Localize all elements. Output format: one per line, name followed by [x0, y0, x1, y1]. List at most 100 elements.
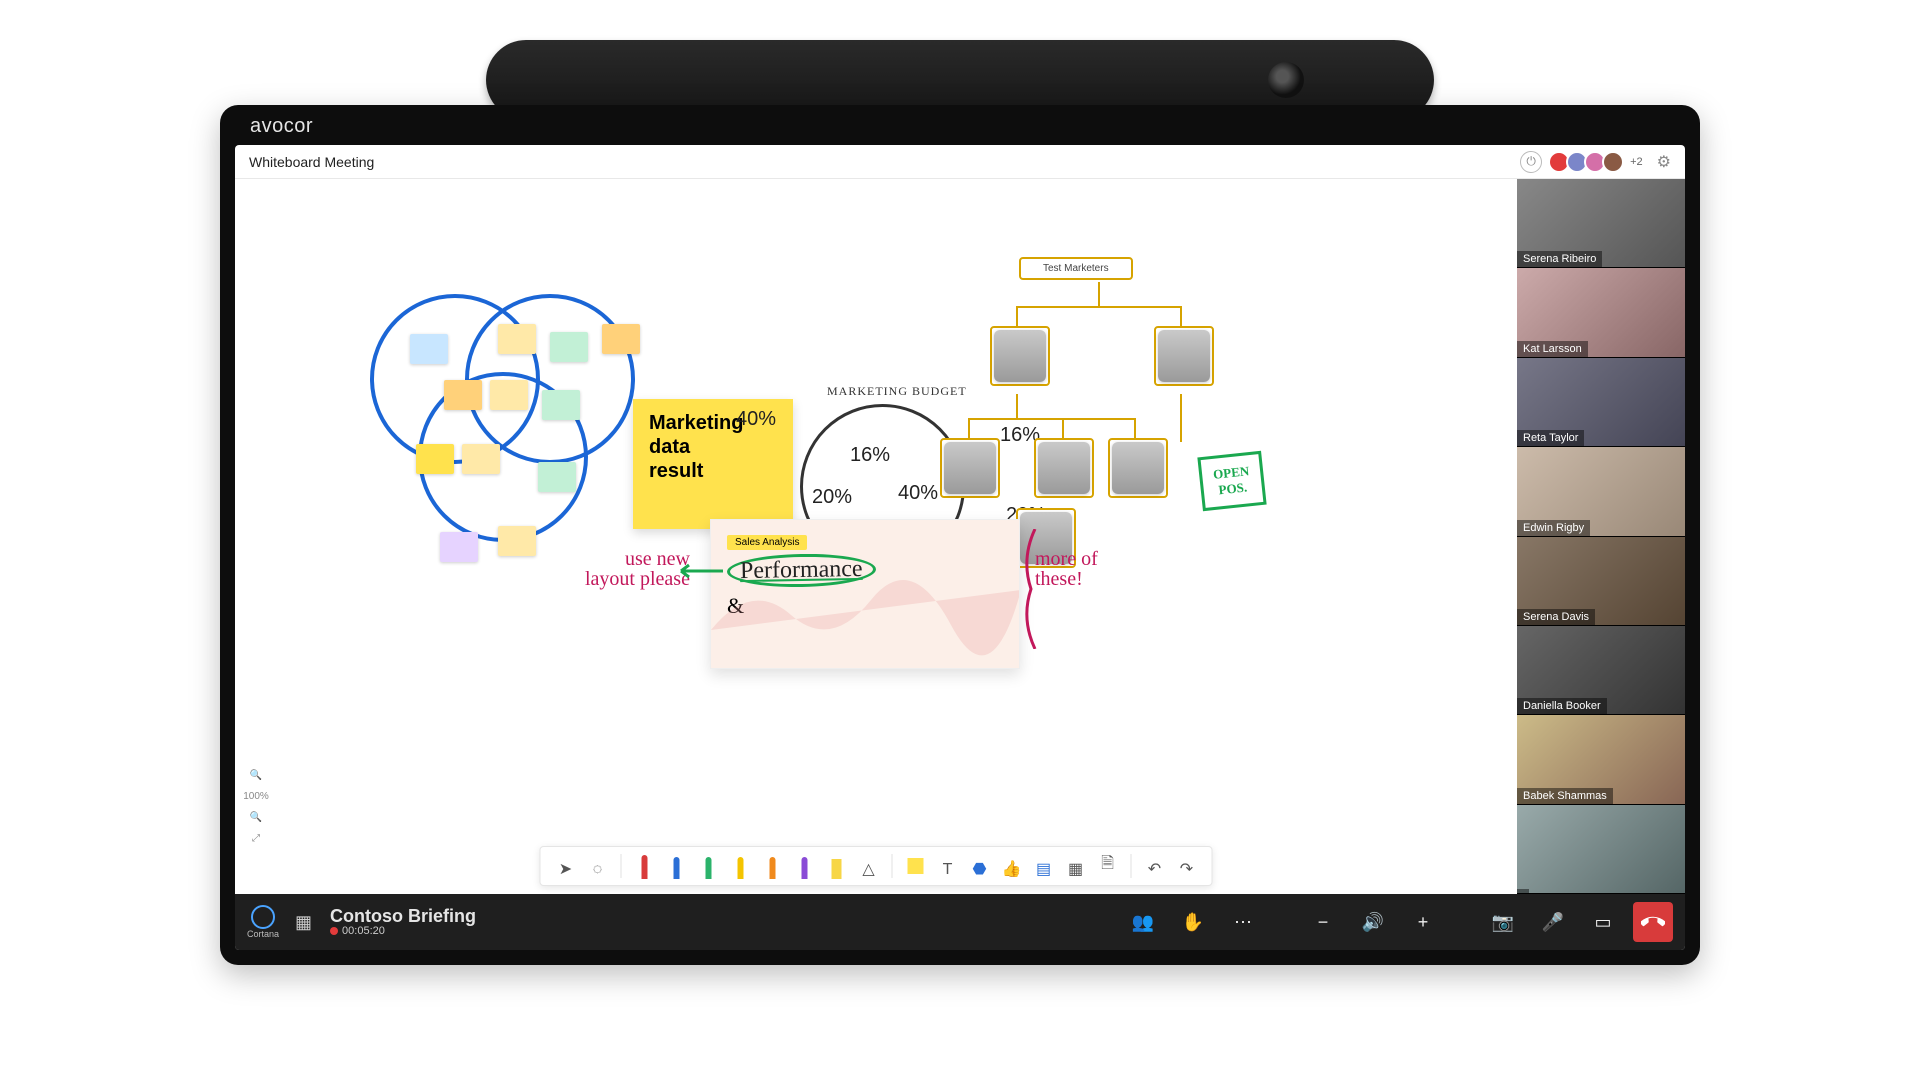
orgchart-person[interactable]: [1038, 442, 1090, 494]
document-tool-icon[interactable]: 🗎: [1099, 853, 1117, 879]
participant-name: Daniella Booker: [1517, 698, 1607, 714]
sticky-note[interactable]: [498, 526, 536, 556]
camera-lens: [1268, 62, 1304, 98]
orgchart-person[interactable]: [1112, 442, 1164, 494]
video-tile[interactable]: Edwin Rigby: [1517, 447, 1685, 536]
redo-icon[interactable]: ↷: [1178, 853, 1196, 879]
whiteboard-toolbar: ➤ ◌ △ T ⬣: [540, 846, 1213, 886]
brace-icon: [1021, 529, 1041, 649]
undo-icon[interactable]: ↶: [1146, 853, 1164, 879]
share-screen-icon[interactable]: ▭: [1583, 902, 1623, 942]
sticky-note[interactable]: [440, 532, 478, 562]
sticky-note[interactable]: [498, 324, 536, 354]
pen-orange-icon[interactable]: [764, 853, 782, 879]
orgchart-person[interactable]: [944, 442, 996, 494]
pie-slice-label: 16%: [850, 444, 890, 467]
sticky-note-tool-icon[interactable]: [907, 853, 925, 879]
video-tile[interactable]: Daniella Booker: [1517, 626, 1685, 715]
avatar[interactable]: [1602, 151, 1624, 173]
template-tool-icon[interactable]: ▦: [1067, 853, 1085, 879]
participant-name: [1517, 889, 1529, 893]
display-frame: avocor Whiteboard Meeting ⏻ +2 ⚙: [220, 105, 1700, 965]
shape-tool-icon[interactable]: ⬣: [971, 853, 989, 879]
participant-name: Babek Shammas: [1517, 788, 1613, 804]
pie-title: MARKETING BUDGET: [827, 384, 967, 399]
whiteboard-header: Whiteboard Meeting ⏻ +2 ⚙: [235, 145, 1685, 179]
participant-video-strip: Serena Ribeiro Kat Larsson Reta Taylor E…: [1517, 179, 1685, 894]
cortana-button[interactable]: Cortana: [247, 905, 279, 939]
video-tile[interactable]: Kat Larsson: [1517, 268, 1685, 357]
sticky-note[interactable]: [542, 390, 580, 420]
video-tile[interactable]: Serena Ribeiro: [1517, 179, 1685, 268]
open-position-badge[interactable]: OPEN POS.: [1197, 451, 1266, 511]
participants-icon[interactable]: 👥: [1123, 902, 1163, 942]
highlighter-icon[interactable]: [828, 853, 846, 879]
venn-diagram[interactable]: [370, 294, 670, 554]
hang-up-button[interactable]: [1633, 902, 1673, 942]
performance-card-tag: Sales Analysis: [727, 535, 807, 550]
sticky-note[interactable]: [410, 334, 448, 364]
sticky-note[interactable]: [462, 444, 500, 474]
zoom-in-icon[interactable]: 🔍: [250, 770, 262, 781]
performance-card[interactable]: Sales Analysis Performance &: [710, 519, 1020, 669]
video-tile[interactable]: Serena Davis: [1517, 537, 1685, 626]
participant-name: Serena Davis: [1517, 609, 1595, 625]
sticky-note[interactable]: [490, 380, 528, 410]
pen-yellow-icon[interactable]: [732, 853, 750, 879]
lasso-tool-icon[interactable]: ◌: [589, 853, 607, 879]
pen-red-icon[interactable]: [636, 853, 654, 879]
orgchart-person[interactable]: [994, 330, 1046, 382]
pen-blue-icon[interactable]: [668, 853, 686, 879]
meeting-control-bar: Cortana ▦ Contoso Briefing 00:05:20 👥 ✋ …: [235, 894, 1685, 950]
pen-purple-icon[interactable]: [796, 853, 814, 879]
zoom-out-icon[interactable]: 🔍: [250, 812, 262, 823]
layout-grid-icon[interactable]: ▦: [295, 912, 312, 933]
participant-name: Serena Ribeiro: [1517, 251, 1602, 267]
volume-up-icon[interactable]: +: [1403, 902, 1443, 942]
meeting-elapsed-time: 00:05:20: [342, 925, 385, 937]
participant-avatar-stack[interactable]: +2: [1552, 151, 1643, 173]
recording-indicator-icon: [330, 927, 338, 935]
zoom-level: 100%: [243, 791, 269, 802]
image-tool-icon[interactable]: ▤: [1035, 853, 1053, 879]
orgchart-person[interactable]: [1158, 330, 1210, 382]
participant-name: Edwin Rigby: [1517, 520, 1590, 536]
reaction-tool-icon[interactable]: 👍: [1003, 853, 1021, 879]
speaker-icon[interactable]: 🔊: [1353, 902, 1393, 942]
whiteboard-canvas[interactable]: Marketing data result MARKETING BUDGET 4…: [235, 179, 1517, 894]
video-tile[interactable]: Reta Taylor: [1517, 358, 1685, 447]
sticky-note[interactable]: [602, 324, 640, 354]
activity-icon[interactable]: ⏻: [1520, 151, 1542, 173]
raise-hand-icon[interactable]: ✋: [1173, 902, 1213, 942]
text-tool-icon[interactable]: T: [939, 853, 957, 879]
participant-name: Reta Taylor: [1517, 430, 1584, 446]
eraser-icon[interactable]: △: [860, 853, 878, 879]
fit-icon[interactable]: ⤢: [252, 833, 260, 844]
pie-slice-label: 40%: [898, 482, 938, 505]
zoom-controls: 🔍 100% 🔍 ⤢: [241, 770, 271, 844]
handwriting-right[interactable]: more of these!: [1035, 549, 1098, 589]
volume-down-icon[interactable]: −: [1303, 902, 1343, 942]
cortana-icon: [251, 905, 275, 929]
arrow-icon: [675, 559, 725, 589]
video-tile[interactable]: Babek Shammas: [1517, 715, 1685, 804]
mic-toggle-icon[interactable]: 🎤: [1533, 902, 1573, 942]
perf-sparkline: [711, 560, 1019, 660]
participant-name: Kat Larsson: [1517, 341, 1588, 357]
screen: Whiteboard Meeting ⏻ +2 ⚙: [235, 145, 1685, 950]
camera-toggle-icon[interactable]: 📷: [1483, 902, 1523, 942]
sticky-note[interactable]: [538, 462, 576, 492]
sticky-note[interactable]: [444, 380, 482, 410]
pie-slice-label: 20%: [812, 486, 852, 509]
pen-green-icon[interactable]: [700, 853, 718, 879]
sticky-note[interactable]: [550, 332, 588, 362]
video-tile[interactable]: [1517, 805, 1685, 894]
meeting-title: Contoso Briefing: [330, 907, 476, 925]
device-brand-label: avocor: [250, 115, 313, 138]
more-actions-icon[interactable]: ⋯: [1223, 902, 1263, 942]
settings-icon[interactable]: ⚙: [1657, 152, 1671, 172]
sticky-note[interactable]: [416, 444, 454, 474]
cursor-tool-icon[interactable]: ➤: [557, 853, 575, 879]
avatar-overflow-count[interactable]: +2: [1630, 156, 1643, 168]
org-chart[interactable]: OPEN POS.: [980, 264, 1300, 524]
